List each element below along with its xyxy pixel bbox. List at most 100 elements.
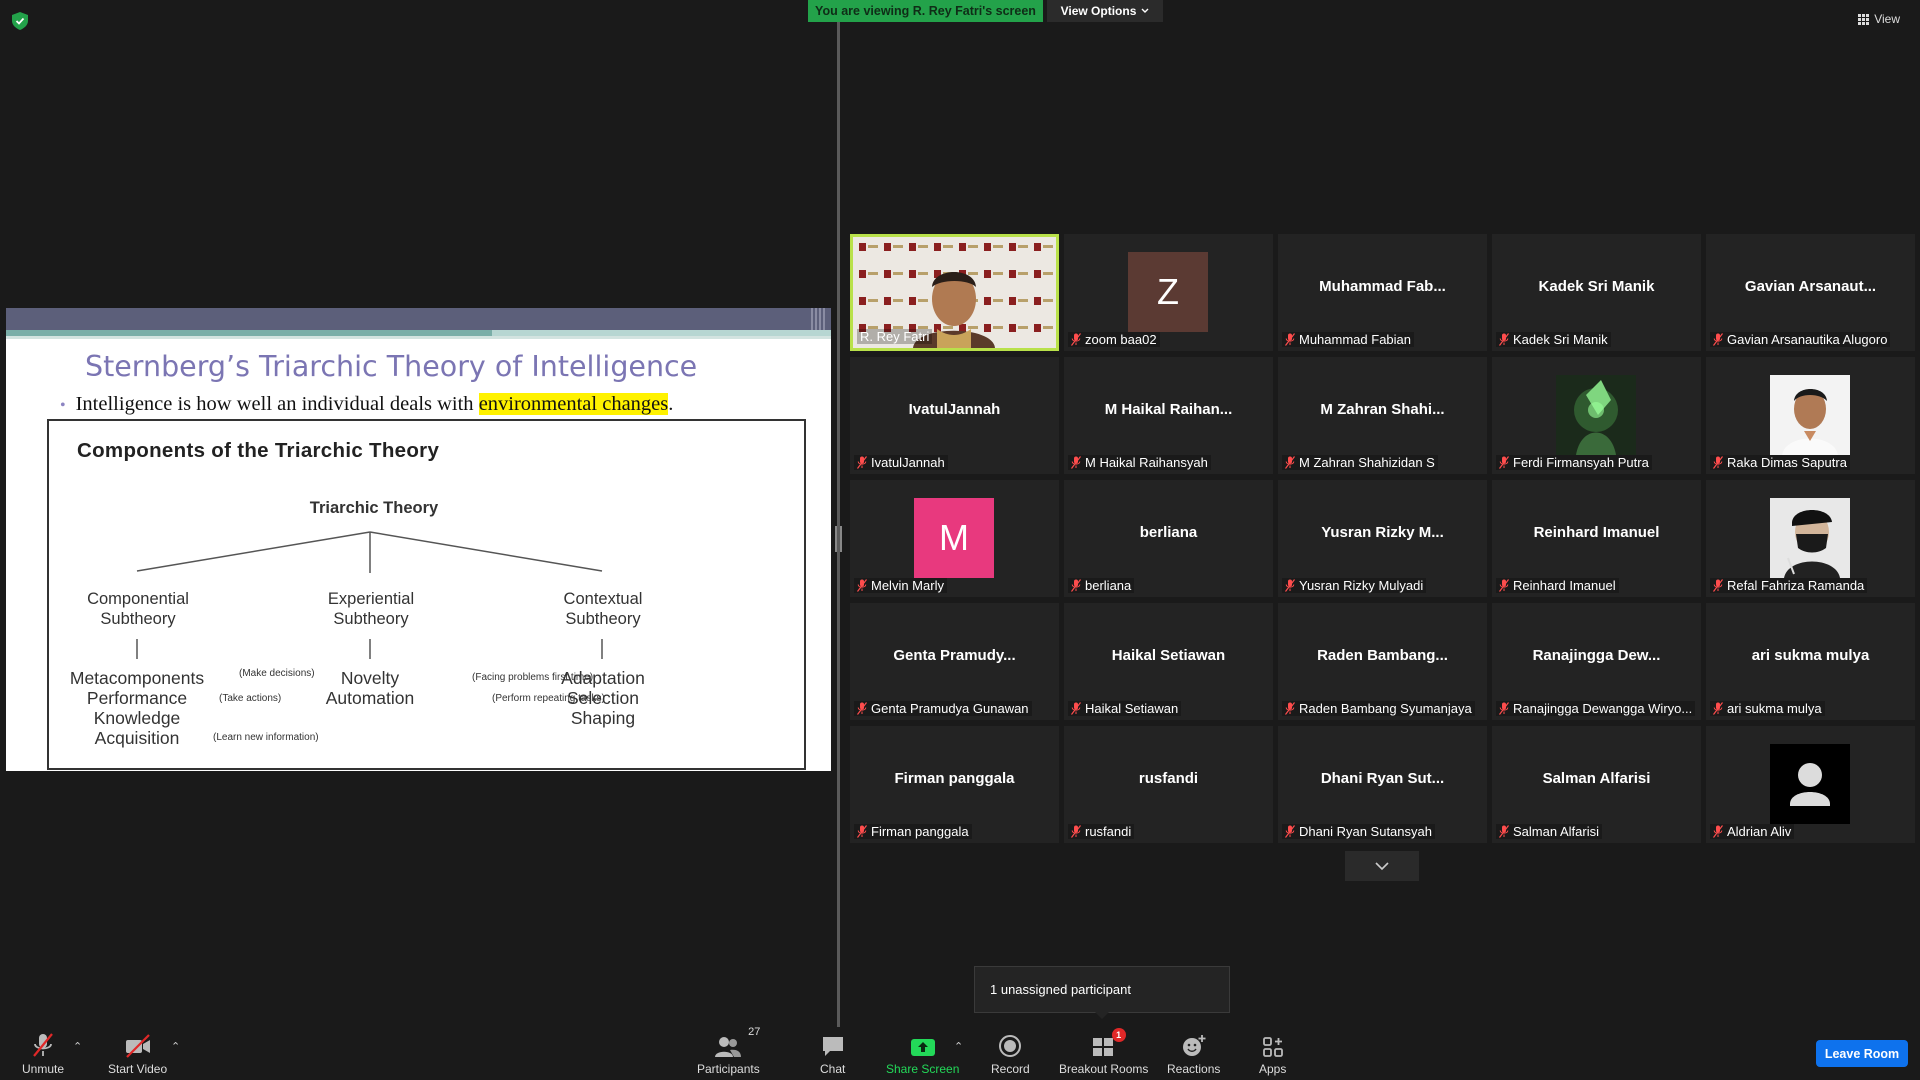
participant-tile[interactable]: Aldrian Aliv bbox=[1706, 726, 1915, 843]
participant-name: Ranajingga Dewangga Wiryo... bbox=[1513, 701, 1693, 716]
avatar bbox=[1556, 375, 1636, 455]
participant-tile[interactable]: Kadek Sri Manik Kadek Sri Manik bbox=[1492, 234, 1701, 351]
participant-name-label: Yusran Rizky Mulyadi bbox=[1282, 578, 1427, 593]
split-divider[interactable] bbox=[837, 22, 840, 1027]
participant-tile[interactable]: Firman panggala Firman panggala bbox=[850, 726, 1059, 843]
bullet-dot-icon: • bbox=[60, 397, 66, 414]
grid-next-page-button[interactable] bbox=[1345, 851, 1419, 881]
item-knowledge: Knowledge bbox=[93, 708, 181, 728]
start-video-button[interactable]: Start Video bbox=[108, 1030, 167, 1076]
avatar: M bbox=[914, 498, 994, 578]
participant-name-label: zoom baa02 bbox=[1068, 332, 1160, 347]
item-shaping: Shaping bbox=[570, 708, 636, 728]
participant-tile[interactable]: Raden Bambang... Raden Bambang Syumanjaya bbox=[1278, 603, 1487, 720]
start-video-label: Start Video bbox=[108, 1062, 168, 1076]
microphone-muted-icon bbox=[1285, 456, 1295, 469]
participant-name-large: Raden Bambang... bbox=[1317, 647, 1448, 664]
view-options-button[interactable]: View Options bbox=[1047, 0, 1163, 22]
record-button[interactable]: Record bbox=[991, 1030, 1030, 1076]
participant-tile[interactable]: Reinhard Imanuel Reinhard Imanuel bbox=[1492, 480, 1701, 597]
participant-tile[interactable]: Genta Pramudy... Genta Pramudya Gunawan bbox=[850, 603, 1059, 720]
participant-tile[interactable]: Dhani Ryan Sut... Dhani Ryan Sutansyah bbox=[1278, 726, 1487, 843]
zoom-meeting-window: You are viewing R. Rey Fatri's screen Vi… bbox=[0, 0, 1920, 1080]
participant-tile[interactable]: Ranajingga Dew... Ranajingga Dewangga Wir… bbox=[1492, 603, 1701, 720]
breakout-rooms-button[interactable]: 1 Breakout Rooms bbox=[1059, 1028, 1149, 1076]
participant-tile[interactable]: Muhammad Fab... Muhammad Fabian bbox=[1278, 234, 1487, 351]
participant-tile[interactable]: Salman Alfarisi Salman Alfarisi bbox=[1492, 726, 1701, 843]
share-screen-label: Share Screen bbox=[886, 1062, 960, 1076]
participant-name-label: Ranajingga Dewangga Wiryo... bbox=[1496, 701, 1696, 716]
breakout-rooms-label: Breakout Rooms bbox=[1059, 1062, 1149, 1076]
viewing-screen-banner: You are viewing R. Rey Fatri's screen bbox=[808, 0, 1043, 22]
participant-name-large: Kadek Sri Manik bbox=[1538, 278, 1655, 295]
audio-options-caret[interactable]: ⌃ bbox=[73, 1040, 82, 1053]
participant-name-label: R. Rey Fatri bbox=[857, 329, 933, 344]
chat-button[interactable]: Chat bbox=[820, 1030, 845, 1076]
participant-name-label: berliana bbox=[1068, 578, 1135, 593]
avatar bbox=[1770, 375, 1850, 455]
apps-label: Apps bbox=[1259, 1062, 1287, 1076]
participant-name-label: Ferdi Firmansyah Putra bbox=[1496, 455, 1652, 470]
microphone-muted-icon bbox=[1285, 579, 1295, 592]
participant-name-label: Muhammad Fabian bbox=[1282, 332, 1414, 347]
participant-tile[interactable]: ari sukma mulya ari sukma mulya bbox=[1706, 603, 1915, 720]
apps-button[interactable]: Apps bbox=[1259, 1030, 1286, 1076]
record-label: Record bbox=[991, 1062, 1030, 1076]
note-make-decisions: (Make decisions) bbox=[239, 668, 315, 679]
grid-icon bbox=[1858, 13, 1870, 25]
view-layout-button[interactable]: View bbox=[1858, 12, 1900, 26]
microphone-muted-icon bbox=[1071, 825, 1081, 838]
participant-tile[interactable]: M Melvin Marly bbox=[850, 480, 1059, 597]
microphone-muted-icon bbox=[857, 825, 867, 838]
item-performance: Performance bbox=[86, 688, 188, 708]
participant-name: Ferdi Firmansyah Putra bbox=[1513, 455, 1649, 470]
participant-tile[interactable]: berliana berliana bbox=[1064, 480, 1273, 597]
video-options-caret[interactable]: ⌃ bbox=[171, 1040, 180, 1053]
tooltip-arrow bbox=[1095, 1012, 1109, 1019]
participant-tile[interactable]: Refal Fahriza Ramanda bbox=[1706, 480, 1915, 597]
participant-name: rusfandi bbox=[1085, 824, 1132, 839]
participant-tile[interactable]: Gavian Arsanaut... Gavian Arsanautika Alu… bbox=[1706, 234, 1915, 351]
participant-name: berliana bbox=[1085, 578, 1132, 593]
participant-name-label: Haikal Setiawan bbox=[1068, 701, 1182, 716]
participants-button[interactable]: 27 Participants bbox=[697, 1026, 760, 1076]
participant-name-label: rusfandi bbox=[1068, 824, 1135, 839]
video-off-icon bbox=[125, 1034, 150, 1058]
participant-tile[interactable]: M Zahran Shahi... M Zahran Shahizidan S bbox=[1278, 357, 1487, 474]
participant-name-large: rusfandi bbox=[1138, 770, 1199, 787]
participant-name-large: ari sukma mulya bbox=[1751, 647, 1870, 664]
participant-tile[interactable]: Ferdi Firmansyah Putra bbox=[1492, 357, 1701, 474]
breakout-rooms-icon bbox=[1092, 1038, 1113, 1056]
participant-tile[interactable]: Zzoom baa02 bbox=[1064, 234, 1273, 351]
participant-name-label: Gavian Arsanautika Alugoro bbox=[1710, 332, 1891, 347]
participant-name-label: Raka Dimas Saputra bbox=[1710, 455, 1850, 470]
participant-tile[interactable]: IvatulJannah IvatulJannah bbox=[850, 357, 1059, 474]
componential-subtheory: Componential Subtheory bbox=[77, 589, 199, 629]
participant-tile[interactable]: Raka Dimas Saputra bbox=[1706, 357, 1915, 474]
shield-icon[interactable] bbox=[12, 12, 28, 30]
item-automation: Automation bbox=[325, 688, 415, 708]
reactions-button[interactable]: Reactions bbox=[1167, 1030, 1220, 1076]
participant-tile[interactable]: M Haikal Raihan... M Haikal Raihansyah bbox=[1064, 357, 1273, 474]
share-screen-button[interactable]: Share Screen bbox=[886, 1030, 959, 1076]
microphone-muted-icon bbox=[1499, 702, 1509, 715]
participant-tile[interactable]: rusfandi rusfandi bbox=[1064, 726, 1273, 843]
participant-name-label: Reinhard Imanuel bbox=[1496, 578, 1619, 593]
participant-name-label: Refal Fahriza Ramanda bbox=[1710, 578, 1868, 593]
divider-handle[interactable] bbox=[835, 526, 842, 552]
participant-tile[interactable]: R. Rey Fatri bbox=[850, 234, 1059, 351]
participant-tile[interactable]: Yusran Rizky M... Yusran Rizky Mulyadi bbox=[1278, 480, 1487, 597]
participant-name: Gavian Arsanautika Alugoro bbox=[1727, 332, 1888, 347]
leave-room-button[interactable]: Leave Room bbox=[1816, 1040, 1908, 1067]
share-options-caret[interactable]: ⌃ bbox=[954, 1040, 963, 1053]
participant-name-label: Melvin Marly bbox=[854, 578, 947, 593]
microphone-muted-icon bbox=[1713, 825, 1723, 838]
microphone-muted-icon bbox=[857, 579, 867, 592]
participant-name-large: Reinhard Imanuel bbox=[1533, 524, 1660, 541]
unmute-button[interactable]: Unmute bbox=[22, 1030, 64, 1076]
participants-icon bbox=[715, 1037, 742, 1057]
microphone-muted-icon bbox=[1071, 333, 1081, 346]
participant-tile[interactable]: Haikal Setiawan Haikal Setiawan bbox=[1064, 603, 1273, 720]
participant-name: Refal Fahriza Ramanda bbox=[1727, 578, 1865, 593]
item-novelty: Novelty bbox=[340, 668, 400, 688]
